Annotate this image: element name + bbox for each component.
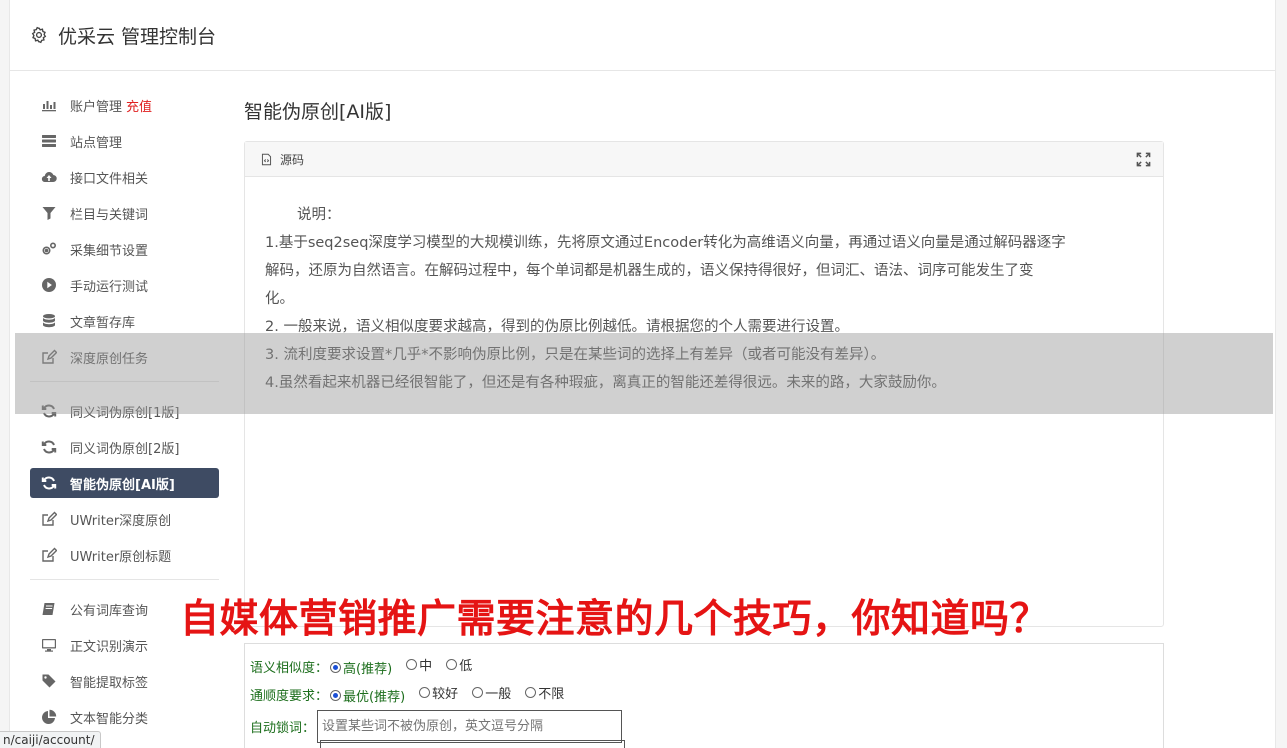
sidebar-divider [30, 579, 219, 580]
radio-label: 高(推荐) [343, 662, 393, 677]
sidebar-item-label: 栏目与关键词 [70, 207, 149, 223]
description-line: 化。 [265, 291, 294, 307]
refresh-icon [40, 475, 57, 492]
monitor-icon [40, 637, 57, 654]
cloud-upload-icon [40, 169, 57, 186]
sidebar-item-label: 手动运行测试 [70, 279, 149, 295]
radio-label: 最优(推荐) [343, 690, 406, 705]
bar-chart-icon [40, 97, 57, 114]
similarity-label: 语义相似度： [250, 660, 329, 676]
description-title: 说明： [297, 207, 341, 223]
sidebar-item-label: 采集细节设置 [70, 243, 149, 259]
radio-circle[interactable] [406, 659, 418, 670]
sidebar-item[interactable]: 智能提取标签 [30, 666, 219, 696]
tag-icon [40, 673, 57, 690]
sidebar-item-label: 文本智能分类 [70, 711, 149, 727]
radio-circle[interactable] [419, 687, 431, 698]
radio-option[interactable]: 中 [406, 655, 432, 674]
pie-chart-icon [40, 709, 57, 726]
radio-label: 较好 [432, 687, 459, 702]
sidebar-item[interactable]: 智能伪原创[AI版] [30, 468, 219, 498]
status-bar-url: n/caiji/account/ [0, 731, 101, 748]
sidebar-item-label: 智能伪原创[AI版] [70, 477, 175, 493]
sidebar-item-label: 公有词库查询 [70, 603, 149, 619]
cogs-icon [40, 241, 57, 258]
radio-label: 低 [459, 659, 473, 674]
sidebar-item[interactable]: 栏目与关键词 [30, 198, 219, 228]
lock-words-row: 自动锁词： [250, 708, 1158, 744]
description-line: 1.基于seq2seq深度学习模型的大规模训练，先将原文通过Encoder转化为… [265, 235, 1066, 251]
source-tab-label[interactable]: 源码 [280, 151, 304, 168]
radio-option[interactable]: 高(推荐) [330, 658, 392, 677]
sidebar-item[interactable]: 接口文件相关 [30, 162, 219, 192]
sidebar-item-label: 智能提取标签 [70, 675, 149, 691]
sidebar-item-label: 同义词伪原创[2版] [70, 441, 180, 457]
radio-option[interactable]: 最优(推荐) [330, 686, 405, 705]
play-circle-icon [40, 277, 57, 294]
sidebar-item-label: UWriter原创标题 [70, 549, 172, 565]
sidebar-item-label: 接口文件相关 [70, 171, 149, 187]
radio-circle[interactable] [446, 659, 458, 670]
server-icon [40, 133, 57, 150]
edit-icon [40, 511, 57, 528]
radio-circle[interactable] [525, 687, 537, 698]
sidebar-item[interactable]: UWriter原创标题 [30, 540, 219, 570]
second-input[interactable] [320, 740, 625, 748]
header: 优采云 管理控制台 [10, 0, 1275, 71]
radio-circle[interactable] [330, 662, 342, 673]
sidebar-item-label: 账户管理 [70, 99, 123, 115]
overlay-headline: 自媒体营销推广需要注意的几个技巧，你知道吗？ [180, 597, 1050, 642]
database-icon [40, 313, 57, 330]
radio-label: 中 [419, 659, 433, 674]
fluency-row: 通顺度要求： 最优(推荐) 较好 一般 不限 [250, 680, 1158, 708]
radio-option[interactable]: 不限 [525, 683, 564, 702]
lock-words-input[interactable] [317, 709, 623, 743]
page-title: 智能伪原创[AI版] [244, 101, 392, 123]
sidebar-item-label: 文章暂存库 [70, 315, 136, 331]
sidebar-item-label: 正文识别演示 [70, 639, 149, 655]
sidebar-item[interactable]: 文章暂存库 [30, 306, 219, 336]
radio-option[interactable]: 较好 [419, 683, 458, 702]
description-line: 解码，还原为自然语言。在解码过程中，每个单词都是机器生成的，语义保持得很好，但词… [265, 263, 1034, 279]
sidebar-item[interactable]: 账户管理 充值 [30, 90, 219, 120]
radio-label: 不限 [538, 687, 565, 702]
sidebar-item[interactable]: 文本智能分类 [30, 702, 219, 732]
radio-circle[interactable] [472, 687, 484, 698]
sidebar-item[interactable]: 同义词伪原创[2版] [30, 432, 219, 462]
fullscreen-icon[interactable] [1136, 152, 1151, 167]
radio-label: 一般 [485, 687, 512, 702]
lock-words-label: 自动锁词： [250, 720, 316, 736]
sidebar-item[interactable]: 采集细节设置 [30, 234, 219, 264]
radio-circle[interactable] [330, 690, 342, 701]
gear-icon [31, 26, 47, 44]
fluency-label: 通顺度要求： [250, 688, 329, 704]
app-title: 优采云 管理控制台 [58, 25, 217, 48]
sidebar-item[interactable]: UWriter深度原创 [30, 504, 219, 534]
edit-icon [40, 547, 57, 564]
refresh-icon [40, 439, 57, 456]
radio-option[interactable]: 一般 [472, 683, 511, 702]
sidebar-item-label: 站点管理 [70, 135, 123, 151]
similarity-row: 语义相似度： 高(推荐) 中 低 [250, 652, 1158, 680]
source-code-icon [261, 153, 272, 165]
book-icon [40, 601, 57, 618]
sidebar-item-label: UWriter深度原创 [70, 513, 172, 529]
sidebar-item[interactable]: 手动运行测试 [30, 270, 219, 300]
radio-option[interactable]: 低 [446, 655, 472, 674]
sidebar-item[interactable]: 站点管理 [30, 126, 219, 156]
options-form: 语义相似度： 高(推荐) 中 低 通顺度要求： 最优(推荐) 较好 一般 不限 自动锁词： [244, 643, 1164, 748]
panel-header: 源码 [245, 142, 1163, 177]
filter-icon [40, 205, 57, 222]
overlay-band [15, 333, 1273, 414]
recharge-link[interactable]: 充值 [126, 96, 152, 115]
